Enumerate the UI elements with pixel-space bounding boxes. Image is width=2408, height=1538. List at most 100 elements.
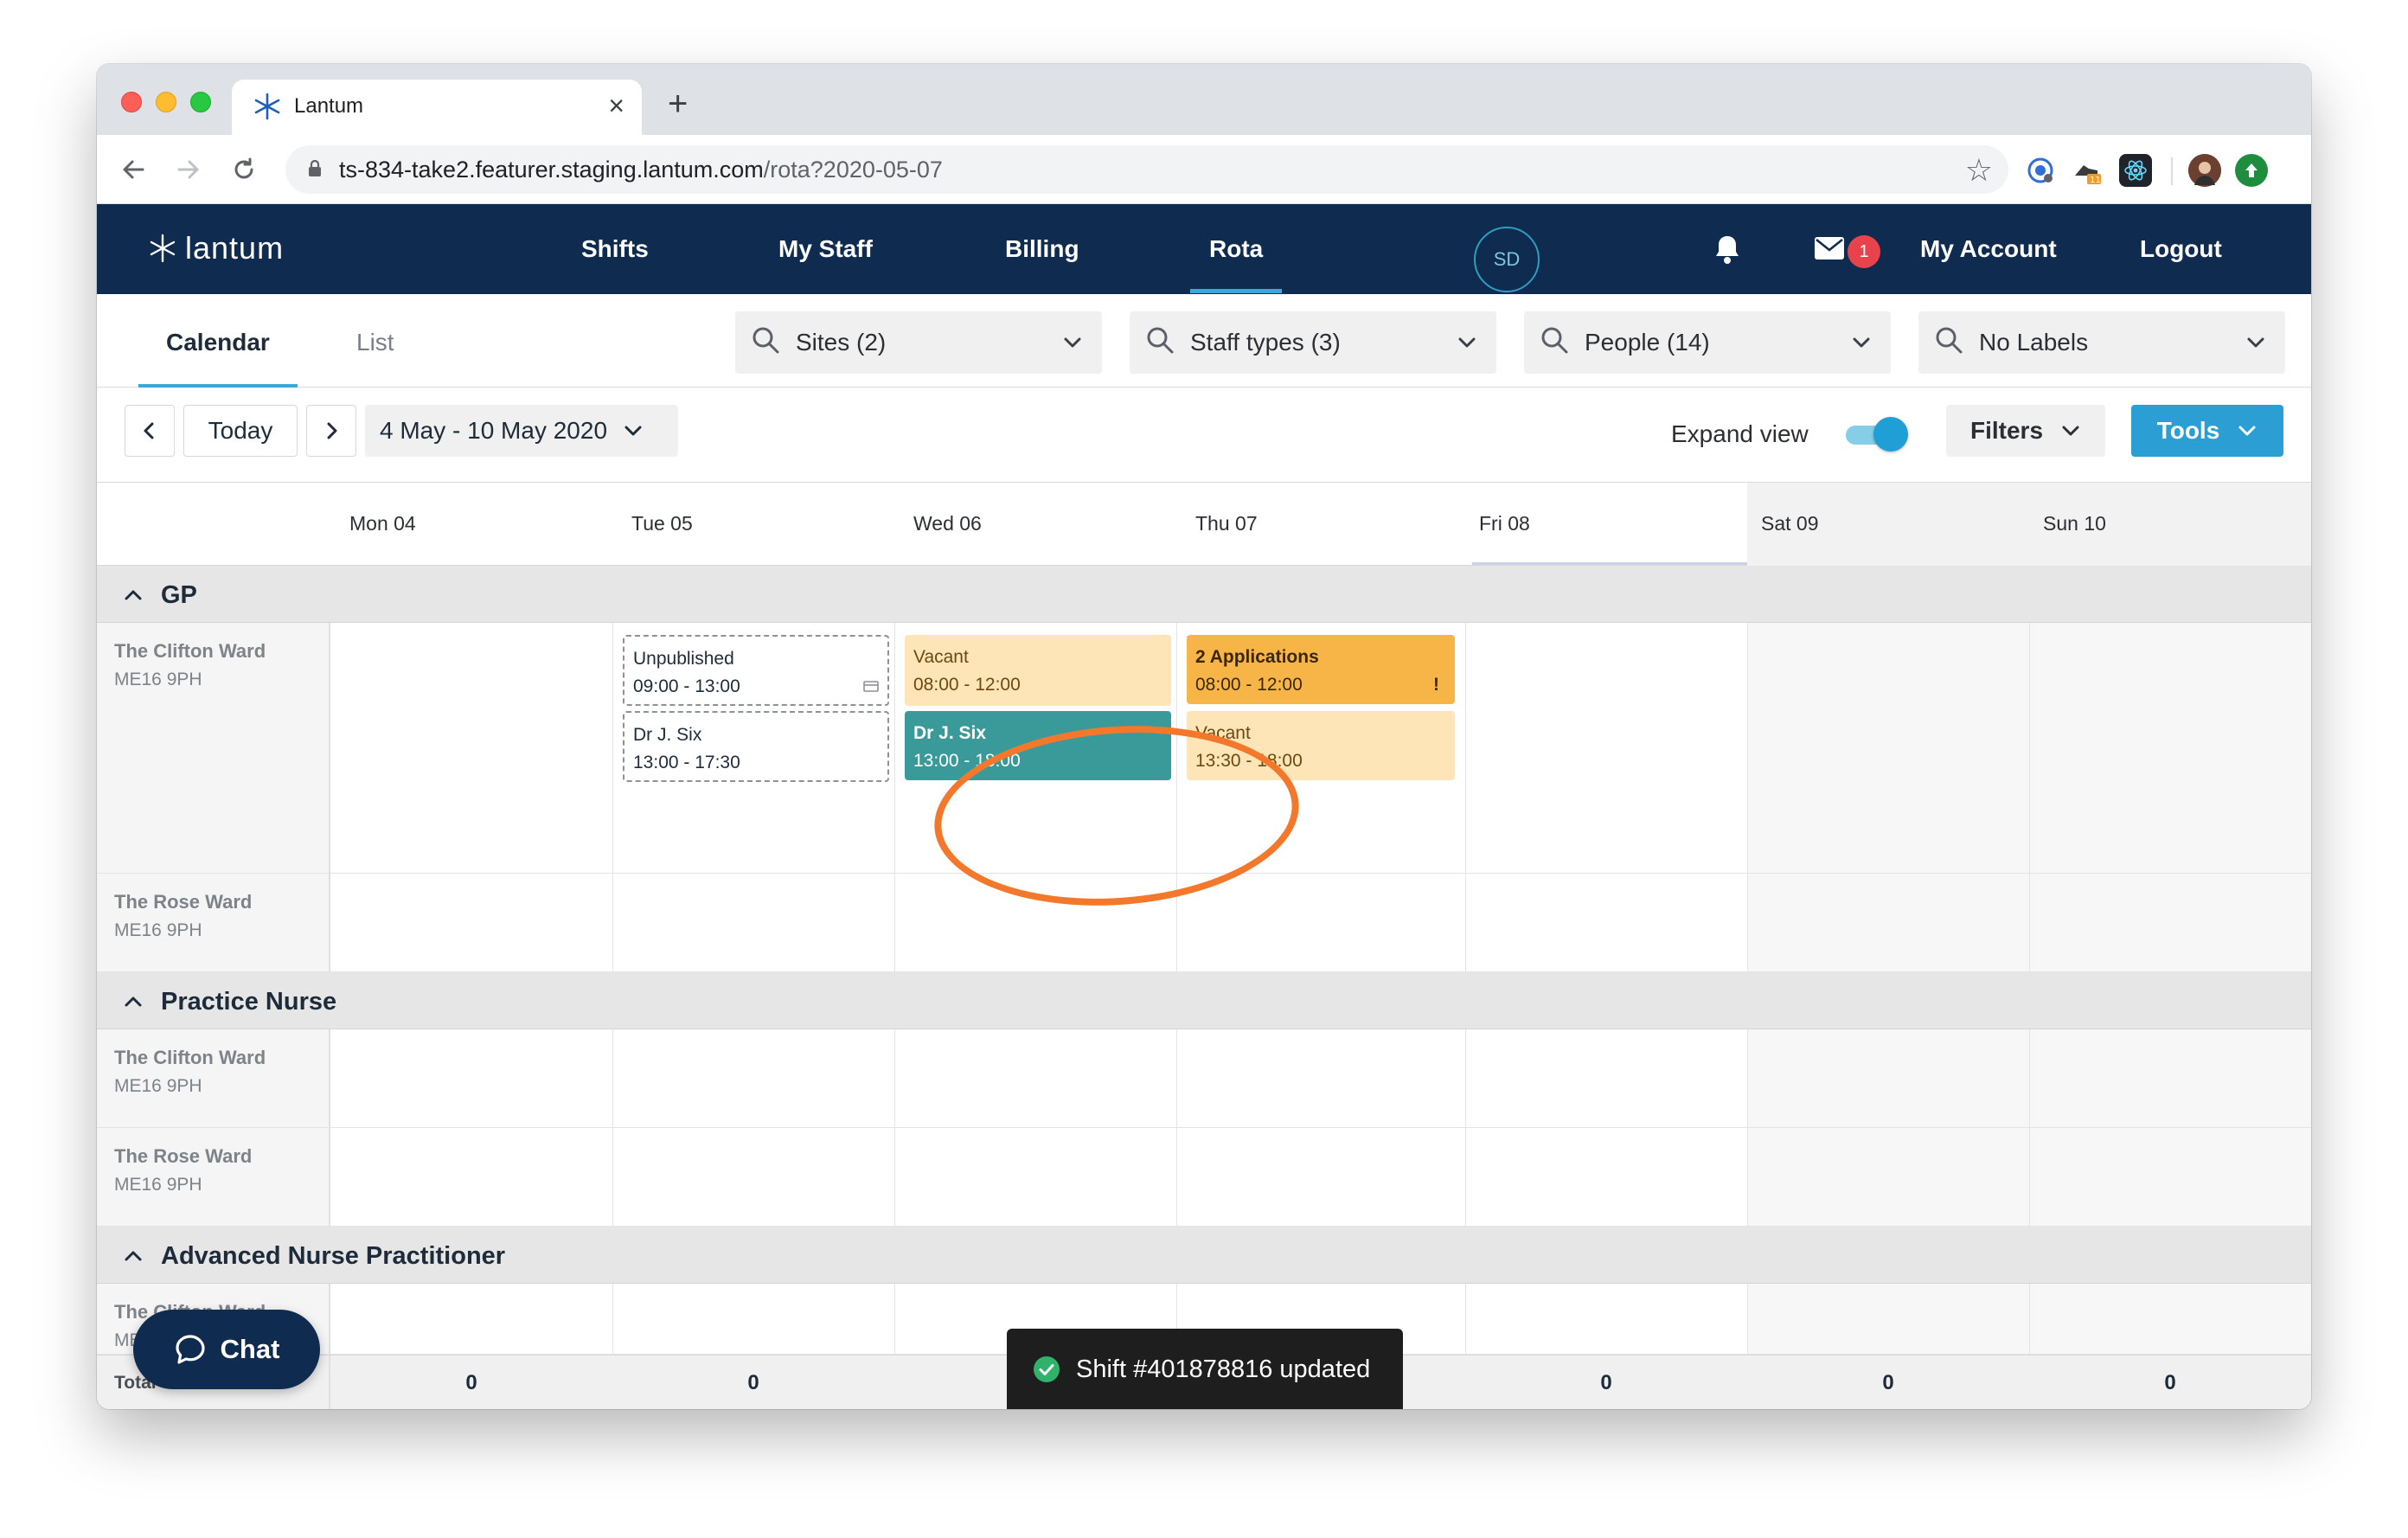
group-header-practice-nurse[interactable]: Practice Nurse: [97, 972, 2311, 1029]
browser-window: Lantum × + ts-834-take2.featurer.staging…: [97, 64, 2311, 1409]
shift-card-applications[interactable]: 2 Applications 08:00 - 12:00 !: [1187, 635, 1455, 704]
previous-week-button[interactable]: [125, 405, 175, 457]
next-week-button[interactable]: [306, 405, 356, 457]
weekend-shade: [1747, 483, 2311, 566]
site-name: The Clifton Ward: [114, 640, 266, 662]
site-cell: The Rose Ward ME16 9PH: [97, 874, 330, 971]
day-label: Tue 05: [631, 512, 693, 535]
nav-shifts[interactable]: Shifts: [581, 235, 649, 263]
total-value: 0: [465, 1371, 477, 1394]
people-filter[interactable]: People (14): [1524, 311, 1891, 374]
site-cell: The Clifton Ward ME16 9PH: [97, 1029, 330, 1127]
update-arrow-icon[interactable]: [2235, 154, 2268, 187]
lantum-logo-icon: [254, 93, 280, 120]
filters-button[interactable]: Filters: [1946, 405, 2105, 457]
new-tab-button[interactable]: +: [668, 87, 688, 121]
group-header-gp[interactable]: GP: [97, 566, 2311, 623]
search-icon: [1147, 327, 1174, 354]
lantum-star-icon: [150, 234, 176, 263]
group-title: Practice Nurse: [161, 988, 337, 1016]
nav-my-staff[interactable]: My Staff: [778, 235, 873, 263]
minimize-window-button[interactable]: [156, 92, 176, 112]
shoe-extension-icon[interactable]: 11: [2071, 154, 2104, 187]
date-range-select[interactable]: 4 May - 10 May 2020: [365, 405, 678, 457]
day-label: Mon 04: [349, 512, 416, 535]
shift-card-vacant[interactable]: Vacant 13:30 - 18:00: [1187, 711, 1455, 780]
nav-billing[interactable]: Billing: [1005, 235, 1079, 263]
shift-card-vacant[interactable]: Vacant 08:00 - 12:00: [905, 635, 1171, 706]
site-postcode: ME16 9PH: [114, 1076, 202, 1096]
close-window-button[interactable]: [121, 92, 142, 112]
column-divider: [1465, 623, 1466, 873]
group-header-advanced-nurse-practitioner[interactable]: Advanced Nurse Practitioner: [97, 1227, 2311, 1284]
column-divider: [612, 1128, 613, 1226]
bookmark-star-icon[interactable]: ☆: [1965, 152, 1993, 189]
staff-types-filter-label: Staff types (3): [1190, 329, 1341, 356]
sites-filter[interactable]: Sites (2): [735, 311, 1102, 374]
toggle-knob: [1873, 417, 1908, 452]
column-divider: [1747, 1029, 1748, 1127]
expand-view-toggle[interactable]: [1846, 417, 1908, 452]
maximize-window-button[interactable]: [190, 92, 211, 112]
browser-tab[interactable]: Lantum ×: [232, 80, 642, 135]
profile-avatar[interactable]: [2188, 154, 2221, 187]
shift-card-dr-j-six-filled[interactable]: Dr J. Six 13:00 - 18:00: [905, 711, 1171, 780]
staff-types-filter[interactable]: Staff types (3): [1130, 311, 1496, 374]
nav-logout[interactable]: Logout: [2140, 235, 2222, 263]
column-divider: [612, 1284, 613, 1354]
password-extension-icon[interactable]: [2024, 154, 2057, 187]
tab-list[interactable]: List: [356, 329, 394, 356]
column-divider: [2029, 1128, 2030, 1226]
day-label: Fri 08: [1479, 512, 1530, 535]
column-divider: [1176, 1128, 1177, 1226]
column-divider: [894, 1284, 895, 1354]
close-tab-icon[interactable]: ×: [608, 90, 624, 121]
svg-text:11: 11: [2090, 176, 2101, 185]
column-divider: [612, 874, 613, 971]
search-icon: [1541, 327, 1568, 354]
mail-icon[interactable]: [1815, 237, 1844, 260]
chevron-down-icon: [2247, 337, 2264, 348]
total-value: 0: [1882, 1371, 1894, 1394]
nav-my-account[interactable]: My Account: [1920, 235, 2057, 263]
address-bar[interactable]: ts-834-take2.featurer.staging.lantum.com…: [285, 145, 2008, 194]
search-icon: [1936, 327, 1963, 354]
column-divider: [2029, 874, 2030, 971]
today-button[interactable]: Today: [183, 405, 298, 457]
total-value: 0: [1600, 1371, 1612, 1394]
reload-icon[interactable]: [223, 149, 265, 190]
tab-title: Lantum: [294, 94, 364, 118]
react-devtools-icon[interactable]: [2119, 154, 2152, 187]
chat-button[interactable]: Chat: [133, 1310, 320, 1389]
column-divider: [1176, 874, 1177, 971]
labels-filter[interactable]: No Labels: [1918, 311, 2285, 374]
chevron-down-icon: [1458, 337, 1476, 348]
chat-bubble-icon: [175, 1335, 205, 1364]
sites-filter-label: Sites (2): [796, 329, 887, 356]
brand-logo[interactable]: lantum: [147, 230, 284, 266]
shift-title: Unpublished: [633, 649, 734, 669]
site-cell: The Clifton Ward ME16 9PH: [97, 623, 330, 873]
day-label: Wed 06: [913, 512, 982, 535]
chevron-down-icon: [1853, 337, 1870, 348]
nav-rota[interactable]: Rota: [1189, 235, 1283, 293]
column-divider: [1747, 1128, 1748, 1226]
column-divider: [1747, 874, 1748, 971]
toolbar-divider: [2171, 157, 2173, 185]
column-divider: [894, 874, 895, 971]
tools-button[interactable]: Tools: [2131, 405, 2283, 457]
shift-card-unpublished[interactable]: Unpublished 09:00 - 13:00: [623, 635, 889, 706]
forward-arrow-icon[interactable]: [168, 149, 209, 190]
back-arrow-icon[interactable]: [112, 149, 154, 190]
search-icon: [752, 327, 779, 354]
tab-calendar[interactable]: Calendar: [138, 329, 298, 388]
tab-strip: Lantum × +: [97, 64, 2311, 135]
shift-title: Dr J. Six: [913, 723, 987, 743]
site-row: The Clifton Ward ME16 9PH Unpublished 09…: [97, 623, 2311, 874]
chevron-down-icon: [624, 426, 642, 436]
bell-icon[interactable]: [1713, 234, 1742, 265]
site-name: The Rose Ward: [114, 1145, 253, 1167]
user-avatar[interactable]: SD: [1474, 227, 1540, 292]
shift-card-dr-j-six[interactable]: Dr J. Six 13:00 - 17:30: [623, 711, 889, 782]
column-divider: [1465, 1029, 1466, 1127]
